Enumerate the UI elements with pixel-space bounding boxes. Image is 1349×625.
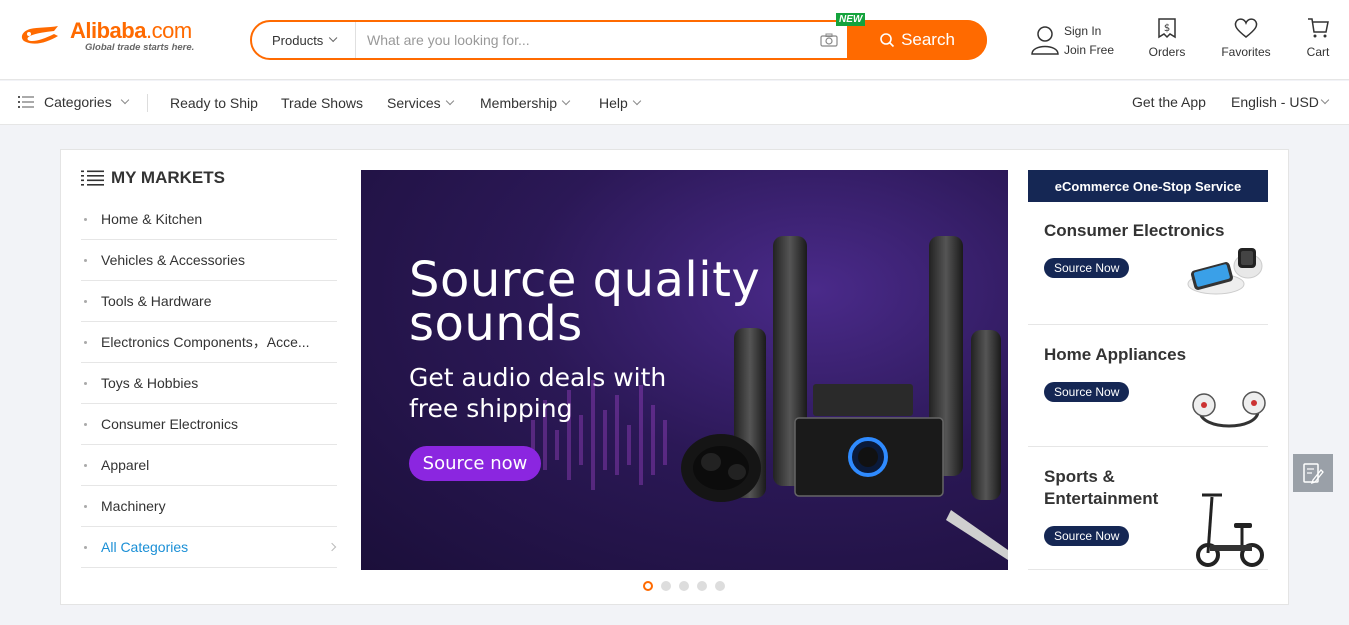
- language-currency-label: English - USD: [1231, 94, 1319, 110]
- nav-trade-shows[interactable]: Trade Shows: [281, 95, 363, 111]
- logo-tagline: Global trade starts here.: [85, 42, 195, 53]
- orders-button[interactable]: $ Orders: [1148, 16, 1186, 62]
- ecommerce-header: eCommerce One-Stop Service: [1028, 170, 1268, 202]
- camera-icon[interactable]: [820, 33, 838, 47]
- search-button[interactable]: Search: [847, 20, 987, 60]
- chevron-right-icon: [327, 542, 337, 552]
- banner-dot-2[interactable]: [661, 581, 671, 591]
- source-now-button[interactable]: Source Now: [1044, 382, 1130, 402]
- banner-sub-line2: free shipping: [409, 394, 573, 423]
- cart-button[interactable]: Cart: [1303, 16, 1333, 62]
- all-categories-link[interactable]: All Categories: [81, 527, 337, 568]
- nav-membership-label: Membership: [480, 95, 558, 111]
- all-categories-label: All Categories: [101, 539, 189, 555]
- alibaba-logo-mark-icon: [21, 26, 58, 44]
- ec-card-title: Home Appliances: [1044, 345, 1187, 364]
- speaker-system-image: [681, 236, 1008, 560]
- chevron-down-icon: [120, 95, 129, 105]
- banner-sub-line1: Get audio deals with: [409, 363, 667, 392]
- market-toys-hobbies[interactable]: Toys & Hobbies: [81, 363, 337, 404]
- source-now-button[interactable]: Source Now: [1044, 258, 1130, 278]
- user-icon: [1031, 26, 1059, 55]
- ec-card-title: Sports & Entertainment: [1044, 466, 1158, 510]
- market-tools-hardware[interactable]: Tools & Hardware: [81, 281, 337, 322]
- markets-list: Home & Kitchen Vehicles & Accessories To…: [81, 199, 337, 568]
- cart-icon: [1308, 18, 1329, 38]
- heart-icon: [1234, 18, 1258, 38]
- banner-source-now-button[interactable]: Source now: [409, 446, 541, 481]
- favorites-label: Favorites: [1221, 45, 1271, 59]
- my-markets-label: MY MARKETS: [111, 168, 225, 187]
- banner-subheadline: Get audio deals with free shipping: [409, 362, 666, 424]
- search-icon: [880, 33, 895, 48]
- chevron-down-icon: [561, 96, 571, 106]
- chevron-down-icon: [632, 96, 642, 106]
- source-now-button[interactable]: Source Now: [1044, 526, 1130, 546]
- nav-help[interactable]: Help: [599, 95, 642, 111]
- nav-membership[interactable]: Membership: [480, 95, 571, 111]
- sign-in-join[interactable]: Sign In Join Free: [1030, 22, 1120, 62]
- categories-menu[interactable]: Categories: [18, 94, 129, 110]
- alibaba-logo[interactable]: Alibaba.com Global trade starts here.: [18, 18, 218, 58]
- language-currency-selector[interactable]: English - USD: [1231, 94, 1330, 110]
- edit-feedback-icon: [1303, 463, 1324, 484]
- nav-divider: [147, 94, 148, 112]
- new-badge: NEW: [836, 13, 866, 26]
- logo-wordmark: Alibaba.com: [70, 18, 192, 43]
- market-electronics-components[interactable]: Electronics Components，Acce...: [81, 322, 337, 363]
- search-bar: Products Search: [250, 20, 987, 60]
- market-apparel[interactable]: Apparel: [81, 445, 337, 486]
- hero-banner[interactable]: Source quality sounds Get audio deals wi…: [361, 170, 1008, 570]
- home-panel: MY MARKETS Home & Kitchen Vehicles & Acc…: [60, 149, 1289, 605]
- nav-services-label: Services: [387, 95, 441, 111]
- search-category-label: Products: [272, 32, 324, 48]
- nav-ready-to-ship[interactable]: Ready to Ship: [170, 95, 258, 111]
- sign-in-link[interactable]: Sign In: [1064, 24, 1101, 38]
- orders-label: Orders: [1148, 45, 1186, 59]
- nav-trade-shows-label: Trade Shows: [281, 95, 363, 111]
- get-the-app-link[interactable]: Get the App: [1132, 94, 1206, 110]
- chevron-down-icon: [1320, 95, 1330, 105]
- orders-icon: $: [1158, 18, 1176, 39]
- market-vehicles-accessories[interactable]: Vehicles & Accessories: [81, 240, 337, 281]
- get-the-app-label: Get the App: [1132, 94, 1206, 110]
- ec-card-title-line1: Sports &: [1044, 467, 1115, 486]
- nav-help-label: Help: [599, 95, 628, 111]
- nav-services[interactable]: Services: [387, 95, 454, 111]
- market-consumer-electronics[interactable]: Consumer Electronics: [81, 404, 337, 445]
- svg-text:$: $: [1164, 23, 1170, 34]
- market-machinery[interactable]: Machinery: [81, 486, 337, 527]
- search-category-dropdown[interactable]: Products: [252, 22, 356, 58]
- list-icon: [81, 170, 104, 186]
- chevron-down-icon: [445, 96, 454, 106]
- list-menu-icon: [18, 96, 34, 108]
- market-home-kitchen[interactable]: Home & Kitchen: [81, 199, 337, 240]
- ec-card-sports-entertainment[interactable]: Sports & Entertainment Source Now: [1028, 447, 1268, 570]
- banner-pagination: [643, 581, 725, 591]
- ec-card-title-line2: Entertainment: [1044, 489, 1159, 508]
- site-header: Alibaba.com Global trade starts here. Pr…: [0, 0, 1349, 80]
- nav-ready-to-ship-label: Ready to Ship: [170, 95, 258, 111]
- main-nav: Categories Ready to Ship Trade Shows Ser…: [0, 81, 1349, 125]
- search-input[interactable]: [357, 22, 812, 58]
- ec-card-home-appliances[interactable]: Home Appliances Source Now: [1028, 325, 1268, 447]
- banner-dot-3[interactable]: [679, 581, 689, 591]
- join-free-link[interactable]: Join Free: [1064, 43, 1114, 57]
- wireless-charger-image: [1187, 248, 1263, 295]
- my-markets-title: MY MARKETS: [81, 168, 225, 188]
- banner-dot-4[interactable]: [697, 581, 707, 591]
- search-button-label: Search: [901, 30, 955, 49]
- chevron-down-icon: [329, 33, 338, 43]
- ec-card-consumer-electronics[interactable]: Consumer Electronics Source Now: [1028, 202, 1268, 325]
- favorites-button[interactable]: Favorites: [1219, 16, 1273, 62]
- banner-dot-1[interactable]: [643, 581, 653, 591]
- categories-label: Categories: [44, 94, 112, 110]
- neck-fan-image: [1192, 391, 1266, 428]
- banner-dot-5[interactable]: [715, 581, 725, 591]
- cart-label: Cart: [1306, 45, 1330, 59]
- feedback-button[interactable]: [1293, 454, 1333, 492]
- electric-scooter-image: [1196, 493, 1264, 567]
